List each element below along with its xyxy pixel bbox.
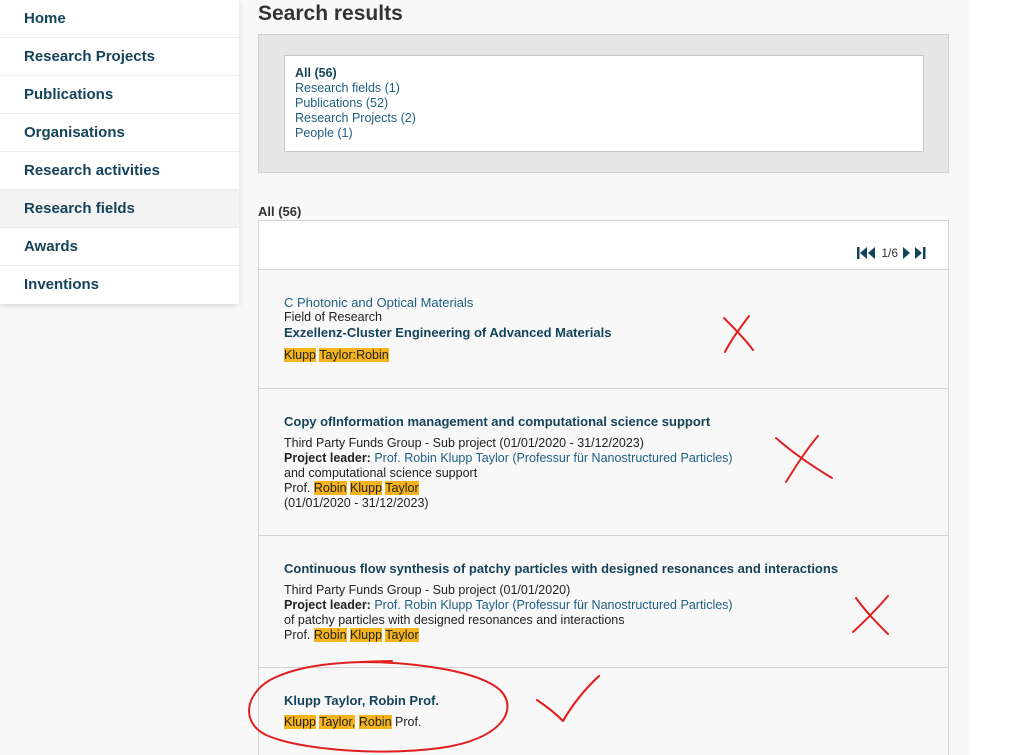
result-match: Klupp Taylor, Robin Prof. [284, 715, 422, 729]
filter-research-fields[interactable]: Research fields (1) [295, 81, 923, 96]
result-meta: Third Party Funds Group - Sub project (0… [284, 436, 644, 450]
last-page-icon[interactable] [915, 246, 926, 260]
filter-people[interactable]: People (1) [295, 126, 923, 141]
result-title[interactable]: C Photonic and Optical Materials [284, 295, 948, 310]
result-title[interactable]: Continuous flow synthesis of patchy part… [284, 561, 948, 576]
highlight: Taylor [385, 481, 419, 495]
sidebar-nav: Home Research Projects Publications Orga… [0, 0, 239, 304]
result-leader: Project leader: Prof. Robin Klupp Taylor… [284, 451, 733, 465]
project-leader-link[interactable]: Prof. Robin Klupp Taylor (Professur für … [374, 451, 732, 465]
result-leader: Project leader: Prof. Robin Klupp Taylor… [284, 598, 733, 612]
project-leader-link[interactable]: Prof. Robin Klupp Taylor (Professur für … [374, 598, 732, 612]
sidebar-item-research-activities[interactable]: Research activities [0, 152, 239, 190]
results-count-label: All (56) [258, 204, 302, 219]
results-list: 1/6 C Photonic and Optical Materials Fie… [258, 220, 949, 755]
pagination: 1/6 [857, 243, 926, 263]
first-page-icon[interactable] [857, 246, 877, 260]
page-title: Search results [258, 2, 403, 25]
highlight: Robin [313, 628, 347, 642]
filter-list: All (56) Research fields (1) Publication… [284, 55, 924, 152]
result-snippet: of patchy particles with designed resona… [284, 613, 625, 627]
next-page-icon[interactable] [902, 246, 911, 260]
sidebar-item-organisations[interactable]: Organisations [0, 114, 239, 152]
result-item: C Photonic and Optical Materials Field o… [259, 269, 948, 388]
highlight: Robin [313, 481, 347, 495]
result-type: Field of Research [284, 310, 382, 324]
highlight: Taylor, [319, 715, 356, 729]
result-meta: Third Party Funds Group - Sub project (0… [284, 583, 571, 597]
sidebar-item-awards[interactable]: Awards [0, 228, 239, 266]
result-title[interactable]: Klupp Taylor, Robin Prof. [284, 693, 948, 708]
filter-publications[interactable]: Publications (52) [295, 96, 923, 111]
highlight: Taylor:Robin [319, 348, 389, 362]
highlight: Klupp [350, 628, 383, 642]
result-match: Klupp Taylor:Robin [284, 348, 948, 363]
result-match: Prof. Robin Klupp Taylor [284, 481, 419, 495]
page-indicator: 1/6 [881, 246, 898, 260]
result-snippet: and computational science support [284, 466, 478, 480]
result-item: Klupp Taylor, Robin Prof. Klupp Taylor, … [259, 667, 948, 755]
filter-all[interactable]: All (56) [295, 66, 923, 81]
sidebar-item-research-projects[interactable]: Research Projects [0, 38, 239, 76]
sidebar-item-inventions[interactable]: Inventions [0, 266, 239, 304]
result-title[interactable]: Copy ofInformation management and comput… [284, 414, 948, 429]
highlight: Klupp [284, 715, 316, 729]
result-item: Continuous flow synthesis of patchy part… [259, 535, 948, 667]
filter-panel: All (56) Research fields (1) Publication… [258, 34, 949, 173]
result-match: Prof. Robin Klupp Taylor [284, 628, 419, 642]
highlight: Taylor [385, 628, 419, 642]
result-dates: (01/01/2020 - 31/12/2023) [284, 496, 429, 510]
highlight: Klupp [350, 481, 383, 495]
result-subtitle[interactable]: Exzellenz-Cluster Engineering of Advance… [284, 325, 948, 340]
result-item: Copy ofInformation management and comput… [259, 388, 948, 535]
highlight: Robin [358, 715, 392, 729]
highlight: Klupp [284, 348, 316, 362]
filter-research-projects[interactable]: Research Projects (2) [295, 111, 923, 126]
sidebar-item-publications[interactable]: Publications [0, 76, 239, 114]
sidebar-item-home[interactable]: Home [0, 0, 239, 38]
sidebar-item-research-fields[interactable]: Research fields [0, 190, 239, 228]
